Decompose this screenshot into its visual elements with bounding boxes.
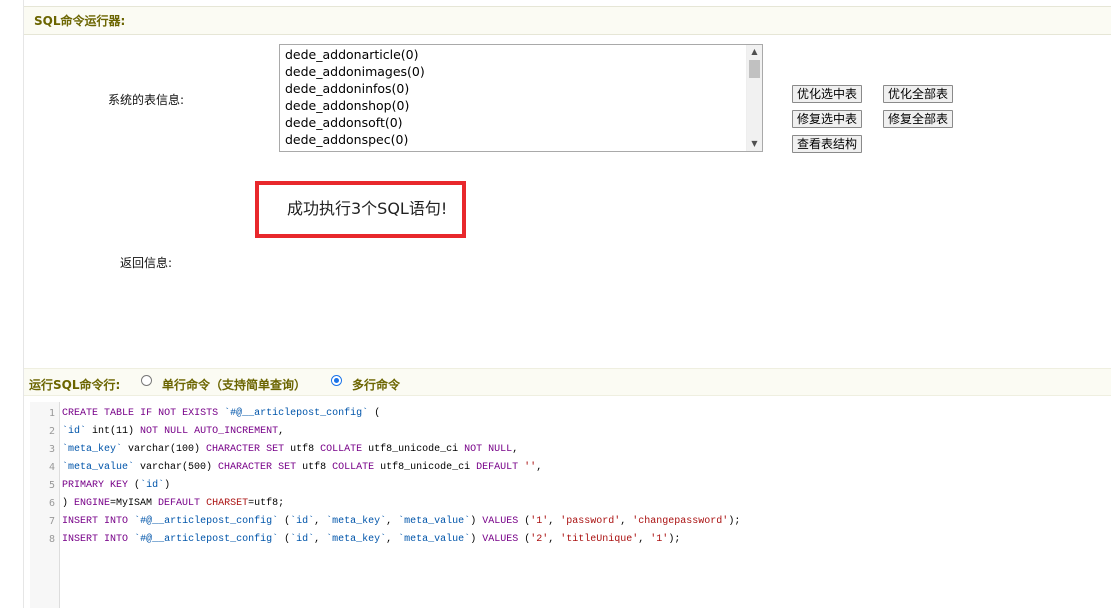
list-item[interactable]: dede_addonspec(0)	[285, 132, 408, 147]
result-highlight-box: 成功执行3个SQL语句!	[255, 181, 466, 238]
table-info-label: 系统的表信息:	[108, 93, 185, 107]
code-line[interactable]: `meta_key` varchar(100) CHARACTER SET ut…	[62, 444, 518, 455]
line-number: 6	[48, 498, 55, 509]
scroll-thumb[interactable]	[749, 60, 760, 78]
line-number-gutter: 1 2 3 4 5 6 7 8	[30, 402, 60, 608]
line-number: 5	[48, 480, 55, 491]
sql-editor[interactable]: 1 2 3 4 5 6 7 8 CREATE TABLE IF NOT EXIS…	[30, 402, 1111, 608]
code-line[interactable]: INSERT INTO `#@__articlepost_config` (`i…	[62, 534, 680, 545]
scroll-up-icon[interactable]: ▲	[747, 45, 762, 59]
list-item[interactable]: dede_addonarticle(0)	[285, 47, 419, 62]
run-sql-bar: 运行SQL命令行: 单行命令（支持简单查询） 多行命令	[24, 368, 1111, 396]
code-line[interactable]: `meta_value` varchar(500) CHARACTER SET …	[62, 462, 542, 473]
code-line[interactable]: INSERT INTO `#@__articlepost_config` (`i…	[62, 516, 740, 527]
list-item[interactable]: dede_addonshop(0)	[285, 98, 409, 113]
single-mode-radio[interactable]	[141, 375, 152, 386]
optimize-all-button[interactable]: 优化全部表	[883, 85, 954, 103]
optimize-selected-button[interactable]: 优化选中表	[792, 85, 863, 103]
view-structure-button[interactable]: 查看表结构	[792, 135, 863, 153]
list-item[interactable]: dede_addoninfos(0)	[285, 81, 409, 96]
list-scrollbar[interactable]: ▲ ▼	[746, 45, 762, 151]
list-item[interactable]: dede_addonimages(0)	[285, 64, 425, 79]
line-number: 8	[48, 534, 55, 545]
line-number: 4	[48, 462, 55, 473]
result-label: 返回信息:	[120, 256, 173, 270]
run-sql-label: 运行SQL命令行:	[29, 378, 121, 392]
scroll-down-icon[interactable]: ▼	[747, 137, 762, 151]
repair-selected-button[interactable]: 修复选中表	[792, 110, 863, 128]
list-item[interactable]: dede_addonsoft(0)	[285, 115, 403, 130]
single-mode-label[interactable]: 单行命令（支持简单查询）	[162, 376, 306, 393]
multi-mode-radio[interactable]	[331, 375, 342, 386]
multi-mode-label[interactable]: 多行命令	[352, 376, 400, 393]
result-message: 成功执行3个SQL语句!	[287, 199, 448, 218]
line-number: 3	[48, 444, 55, 455]
line-number: 2	[48, 426, 55, 437]
left-divider	[23, 0, 24, 608]
code-line[interactable]: PRIMARY KEY (`id`)	[62, 480, 170, 491]
repair-all-button[interactable]: 修复全部表	[883, 110, 954, 128]
header-bar: SQL命令运行器:	[24, 6, 1111, 35]
code-line[interactable]: CREATE TABLE IF NOT EXISTS `#@__articlep…	[62, 408, 380, 419]
table-list[interactable]: dede_addonarticle(0) dede_addonimages(0)…	[279, 44, 763, 152]
line-number: 7	[48, 516, 55, 527]
line-number: 1	[48, 408, 55, 419]
code-line[interactable]: ) ENGINE=MyISAM DEFAULT CHARSET=utf8;	[62, 498, 284, 509]
code-line[interactable]: `id` int(11) NOT NULL AUTO_INCREMENT,	[62, 426, 284, 437]
page-title: SQL命令运行器:	[34, 14, 126, 28]
